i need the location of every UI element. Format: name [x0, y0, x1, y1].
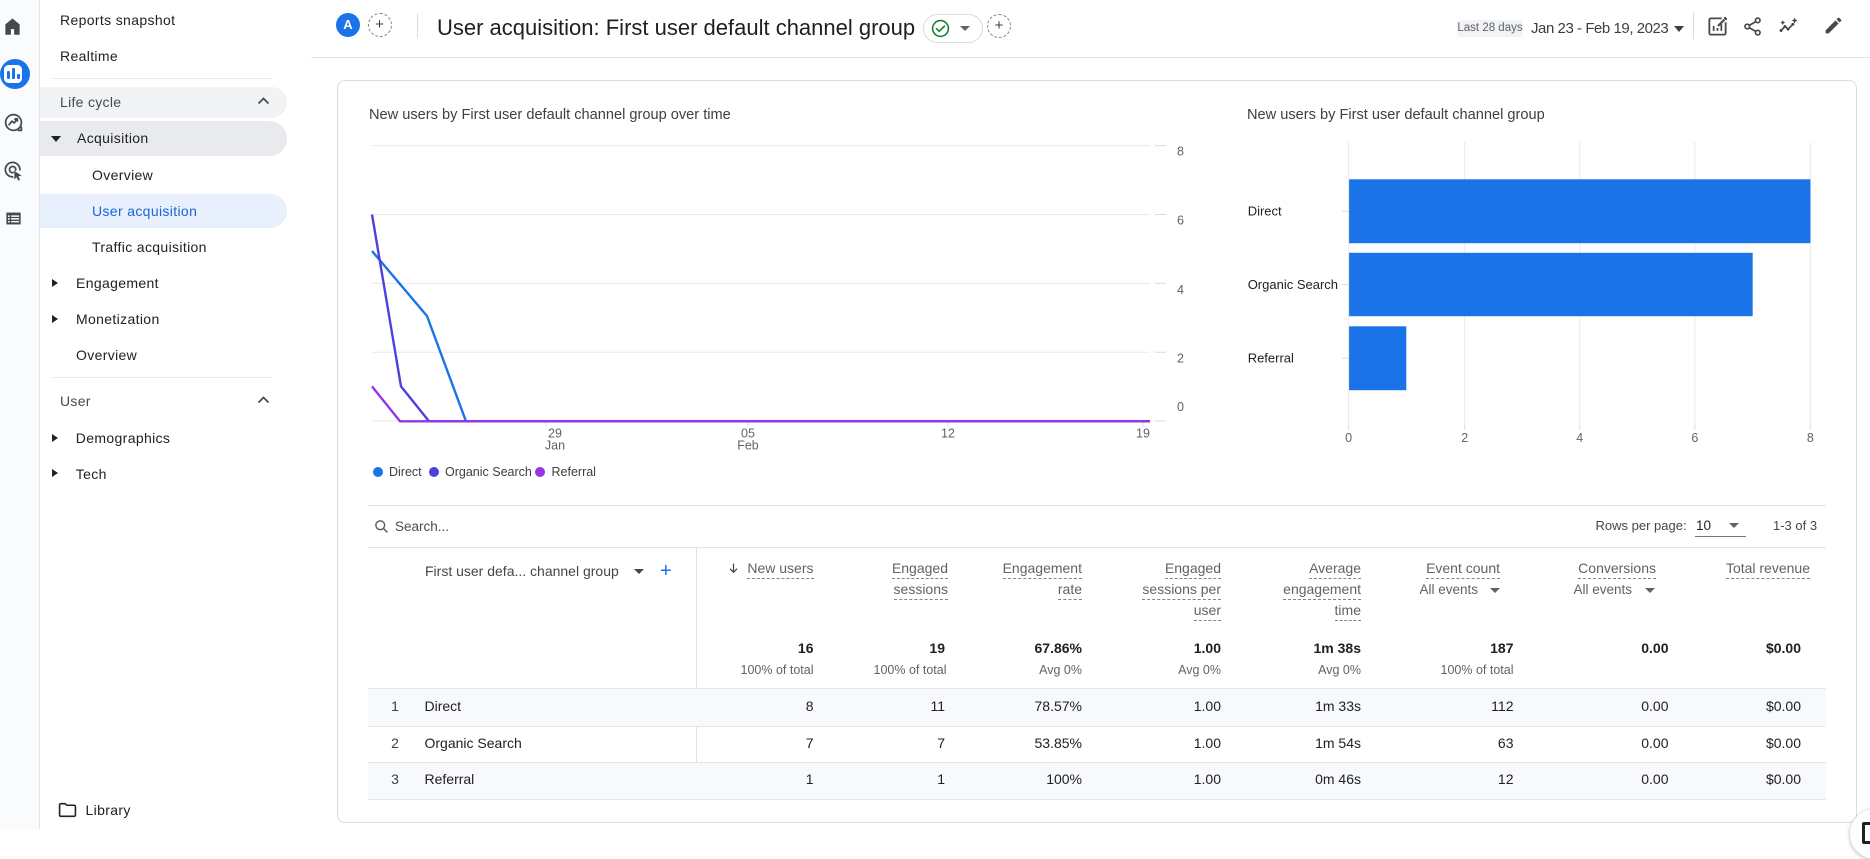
svg-text:Referral: Referral — [1248, 351, 1294, 366]
svg-text:19: 19 — [1136, 427, 1150, 441]
svg-text:Feb: Feb — [737, 439, 759, 453]
svg-text:4: 4 — [1576, 431, 1583, 445]
svg-text:Jan: Jan — [545, 439, 565, 453]
svg-text:0: 0 — [1177, 400, 1184, 414]
svg-text:8: 8 — [1807, 431, 1814, 445]
svg-text:8: 8 — [1177, 145, 1184, 159]
svg-text:2: 2 — [1461, 431, 1468, 445]
svg-text:12: 12 — [941, 427, 955, 441]
svg-text:2: 2 — [1177, 352, 1184, 366]
svg-text:0: 0 — [1345, 431, 1352, 445]
svg-text:Organic Search: Organic Search — [1248, 277, 1338, 292]
svg-text:6: 6 — [1177, 214, 1184, 228]
svg-text:Direct: Direct — [1248, 204, 1282, 219]
svg-text:4: 4 — [1177, 283, 1184, 297]
svg-text:6: 6 — [1691, 431, 1698, 445]
